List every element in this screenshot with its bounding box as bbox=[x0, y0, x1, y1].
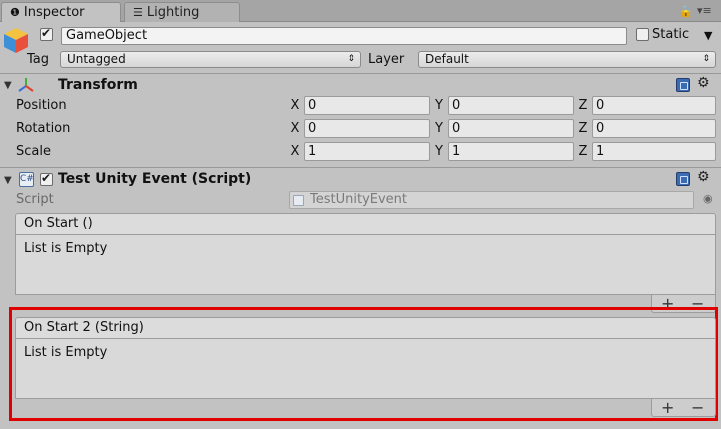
scale-z-field[interactable]: 1 bbox=[592, 142, 716, 161]
x-label[interactable]: X bbox=[288, 120, 302, 138]
tag-dropdown[interactable]: Untagged ⇕ bbox=[60, 51, 361, 68]
foldout-arrow-icon[interactable]: ▼ bbox=[4, 80, 12, 91]
gear-icon[interactable]: ⚙ bbox=[697, 169, 710, 185]
scale-x-field[interactable]: 1 bbox=[304, 142, 430, 161]
tab-lighting[interactable]: ☰ Lighting bbox=[124, 2, 240, 22]
layer-value: Default bbox=[425, 52, 469, 66]
static-checkbox[interactable] bbox=[636, 28, 649, 41]
tab-inspector[interactable]: ❶ Inspector bbox=[1, 2, 121, 22]
scale-y-field[interactable]: 1 bbox=[448, 142, 574, 161]
gear-icon[interactable]: ⚙ bbox=[697, 75, 710, 91]
tab-inspector-label: Inspector bbox=[23, 5, 85, 20]
script-asset-icon bbox=[293, 195, 304, 206]
lock-icon[interactable]: 🔒 bbox=[679, 5, 693, 18]
script-enabled-checkbox[interactable] bbox=[40, 171, 53, 186]
event-empty-text: List is Empty bbox=[24, 241, 108, 256]
layer-label: Layer bbox=[368, 52, 405, 67]
static-dropdown-arrow-icon[interactable]: ▼ bbox=[704, 29, 712, 42]
event-footer: + − bbox=[651, 399, 716, 417]
position-z-field[interactable]: 0 bbox=[592, 96, 716, 115]
z-label[interactable]: Z bbox=[576, 143, 590, 161]
transform-axes-icon bbox=[18, 78, 34, 92]
event-title: On Start () bbox=[24, 216, 93, 231]
event-on-start-2-header: On Start 2 (String) bbox=[15, 317, 716, 339]
script-label: Script bbox=[16, 192, 54, 207]
foldout-arrow-icon[interactable]: ▼ bbox=[4, 175, 12, 186]
x-label[interactable]: X bbox=[288, 97, 302, 115]
z-label[interactable]: Z bbox=[576, 120, 590, 138]
event-on-start-2-list: List is Empty bbox=[15, 339, 716, 399]
updown-arrow-icon: ⇕ bbox=[702, 54, 710, 64]
script-field: TestUnityEvent bbox=[289, 191, 694, 209]
script-field-value: TestUnityEvent bbox=[310, 192, 407, 207]
tab-lighting-label: Lighting bbox=[146, 5, 200, 20]
x-label[interactable]: X bbox=[288, 143, 302, 161]
y-label[interactable]: Y bbox=[432, 97, 446, 115]
scale-label: Scale bbox=[16, 144, 51, 159]
y-label[interactable]: Y bbox=[432, 143, 446, 161]
rotation-z-field[interactable]: 0 bbox=[592, 119, 716, 138]
menu-icon[interactable]: ▾≡ bbox=[697, 4, 712, 17]
help-book-icon[interactable] bbox=[676, 172, 690, 186]
layer-dropdown[interactable]: Default ⇕ bbox=[418, 51, 716, 68]
transform-title: Transform bbox=[58, 77, 138, 93]
script-file-icon: C# bbox=[19, 172, 34, 187]
position-y-field[interactable]: 0 bbox=[448, 96, 574, 115]
object-picker-icon[interactable]: ◉ bbox=[703, 192, 713, 205]
gameobject-cube-icon bbox=[4, 28, 28, 53]
add-listener-button[interactable]: + bbox=[661, 400, 674, 416]
position-x-field[interactable]: 0 bbox=[304, 96, 430, 115]
z-label[interactable]: Z bbox=[576, 97, 590, 115]
position-label: Position bbox=[16, 98, 67, 113]
script-component-title: Test Unity Event (Script) bbox=[58, 171, 252, 187]
lighting-icon: ☰ bbox=[133, 6, 143, 19]
help-book-icon[interactable] bbox=[676, 78, 690, 92]
remove-listener-button[interactable]: − bbox=[691, 400, 704, 416]
updown-arrow-icon: ⇕ bbox=[347, 54, 355, 64]
rotation-x-field[interactable]: 0 bbox=[304, 119, 430, 138]
rotation-y-field[interactable]: 0 bbox=[448, 119, 574, 138]
event-on-start-header: On Start () bbox=[15, 213, 716, 235]
static-label: Static bbox=[652, 27, 690, 42]
y-label[interactable]: Y bbox=[432, 120, 446, 138]
active-checkbox[interactable] bbox=[40, 26, 53, 41]
event-on-start-list: List is Empty bbox=[15, 235, 716, 295]
object-name-field[interactable]: GameObject bbox=[61, 27, 627, 45]
info-icon: ❶ bbox=[10, 6, 20, 19]
rotation-label: Rotation bbox=[16, 121, 71, 136]
event-title: On Start 2 (String) bbox=[24, 320, 144, 335]
event-empty-text: List is Empty bbox=[24, 345, 108, 360]
tag-value: Untagged bbox=[67, 52, 126, 66]
tag-label: Tag bbox=[27, 52, 50, 67]
